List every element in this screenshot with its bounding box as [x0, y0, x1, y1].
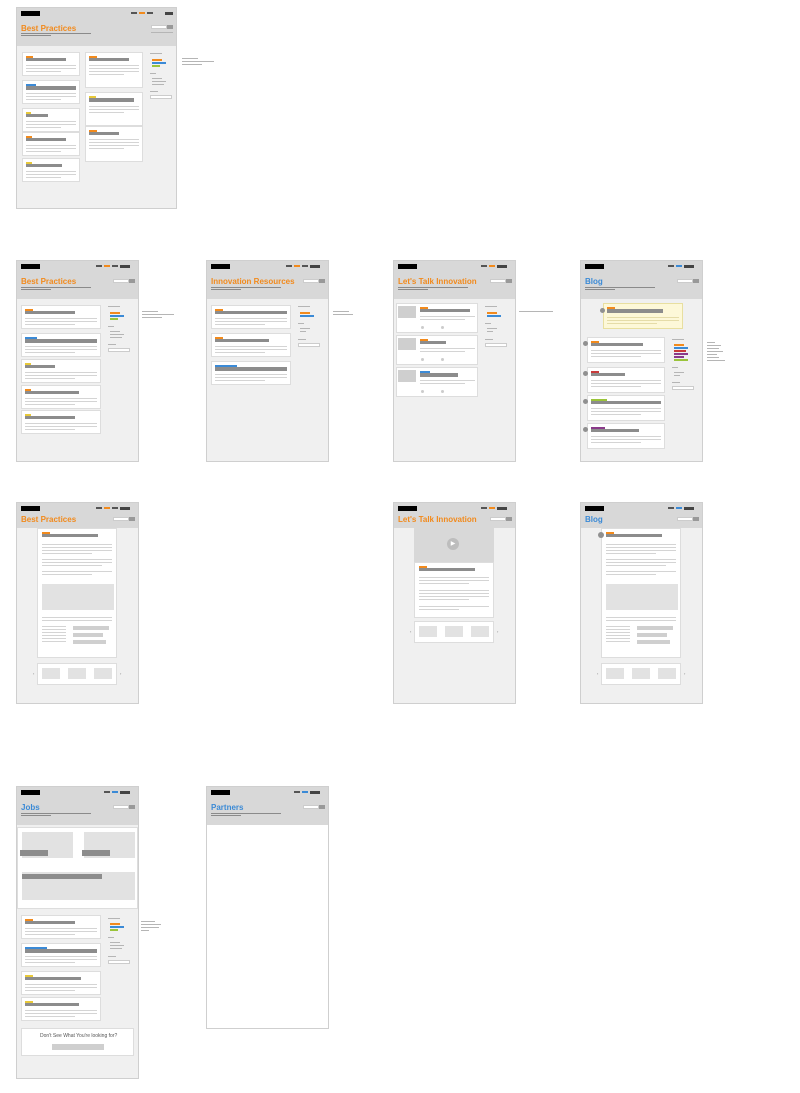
page-title: Innovation Resources — [211, 277, 295, 286]
wireframe-best-practices-2: Best Practices — [16, 260, 139, 462]
wireframe-partners: Partners — [206, 786, 329, 1029]
wireframe-lets-talk-innovation-detail: Let's Talk Innovation ▶ ‹ › — [393, 502, 516, 704]
wireframe-lets-talk-innovation-1: Let's Talk Innovation — [393, 260, 516, 462]
wireframe-best-practices-detail: Best Practices ‹ › — [16, 502, 139, 704]
cta-button[interactable] — [52, 1044, 104, 1050]
play-icon[interactable]: ▶ — [447, 538, 459, 550]
video-player[interactable]: ▶ — [414, 528, 494, 562]
search-input[interactable] — [151, 25, 167, 29]
page-title: Jobs — [21, 803, 40, 812]
logo — [21, 11, 40, 16]
wireframe-innovation-resources: Innovation Resources — [206, 260, 329, 462]
search-button[interactable] — [167, 25, 173, 29]
page-title: Best Practices — [21, 515, 77, 524]
page-title: Let's Talk Innovation — [398, 515, 477, 524]
page-title: Best Practices — [21, 277, 77, 286]
page-title: Blog — [585, 277, 603, 286]
page-title: Best Practices — [21, 24, 77, 33]
wireframe-jobs: Jobs Don't See What You're looking for? — [16, 786, 139, 1079]
wireframe-best-practices-1: Best Practices — [16, 7, 177, 209]
page-title: Let's Talk Innovation — [398, 277, 477, 286]
wireframe-blog-1: Blog — [580, 260, 703, 462]
page-title: Blog — [585, 515, 603, 524]
wireframe-blog-detail: Blog ‹ › — [580, 502, 703, 704]
page-title: Partners — [211, 803, 244, 812]
cta-heading: Don't See What You're looking for? — [40, 1033, 118, 1039]
